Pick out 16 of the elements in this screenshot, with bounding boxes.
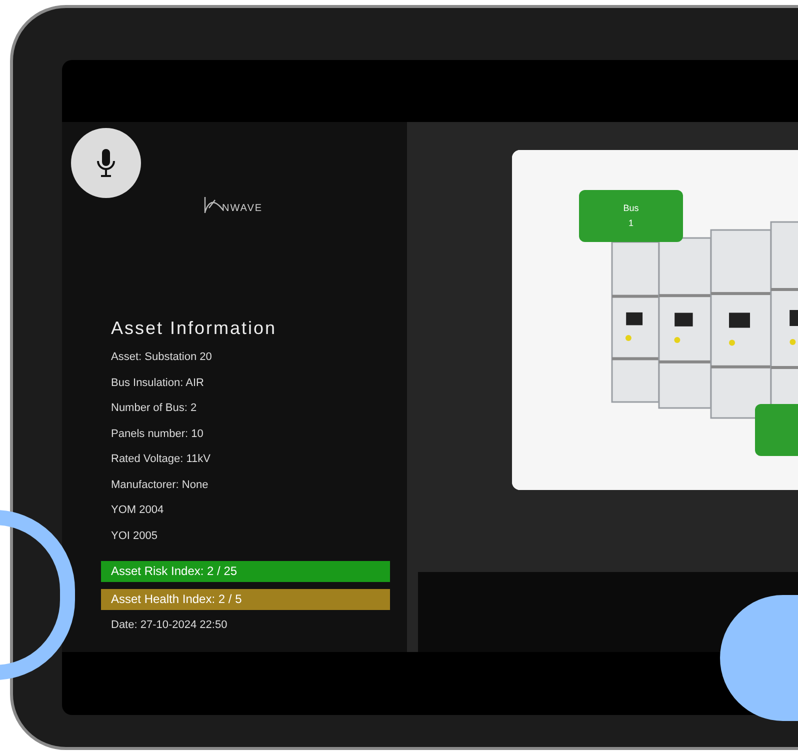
- index-bar: Asset Risk Index: 2 / 25: [101, 561, 390, 582]
- logo: NWAVE: [203, 194, 263, 214]
- asset-detail: Asset: Substation 20: [111, 350, 213, 365]
- asset-detail: Rated Voltage: 11kV: [111, 452, 212, 467]
- microphone-icon: [95, 148, 117, 178]
- asset-detail: Manufactorer: None: [111, 478, 210, 492]
- asset-detail: Bus Insulation: AIR: [111, 376, 205, 390]
- index-bar: Asset Health Index: 2 / 5: [101, 589, 390, 610]
- section-title: Asset Information: [111, 317, 278, 339]
- asset-detail: YOI 2005: [111, 528, 158, 544]
- date-text: Date: 27-10-2024 22:50: [110, 618, 228, 633]
- asset-detail: Number of Bus: 2: [111, 401, 198, 416]
- bus-marker: [755, 404, 798, 456]
- bus-label: Bus 1: [579, 190, 683, 242]
- asset-detail: Panels number: 10: [111, 426, 204, 442]
- asset-detail: YOM 2004: [111, 503, 165, 518]
